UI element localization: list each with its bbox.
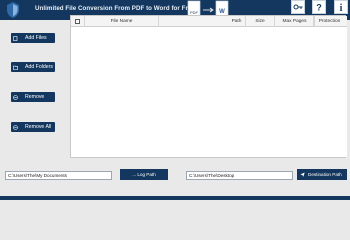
destination-path-button[interactable]: Destination Path — [297, 169, 347, 180]
shield-logo-icon — [6, 2, 20, 18]
footer-bar — [0, 196, 350, 200]
remove-all-icon — [13, 125, 18, 130]
add-files-button[interactable]: Add Files — [11, 33, 55, 43]
remove-all-label: Remove All — [25, 124, 52, 130]
source-path-field[interactable]: C:\Users\The\My Documents — [5, 171, 112, 180]
add-folders-button[interactable]: Add Folders — [11, 62, 55, 72]
destination-path-field[interactable]: C:\Users\The\Desktop — [186, 171, 293, 180]
col-max-pages[interactable]: Max Pages — [276, 16, 314, 27]
remove-all-button[interactable]: Remove All — [11, 122, 55, 132]
destination-path-label: Destination Path — [308, 172, 342, 177]
folder-icon — [13, 65, 18, 70]
remove-icon — [13, 95, 18, 100]
key-icon[interactable] — [291, 0, 305, 14]
add-folders-label: Add Folders — [25, 64, 53, 70]
svg-text:i: i — [340, 3, 343, 13]
col-size[interactable]: Size — [245, 16, 275, 27]
file-table: File Name Path — [70, 15, 347, 158]
log-path-button[interactable]: ... Log Path — [120, 169, 168, 180]
app-title: Unlimited File Conversion From PDF to Wo… — [35, 5, 195, 12]
table-body[interactable] — [71, 27, 347, 157]
remove-label: Remove — [25, 94, 45, 100]
info-icon[interactable]: i — [334, 0, 348, 14]
help-icon[interactable]: ? — [312, 0, 326, 14]
col-protection[interactable]: Protection — [314, 16, 345, 27]
remove-button[interactable]: Remove — [11, 92, 55, 102]
app-window: Unlimited File Conversion From PDF to Wo… — [0, 0, 350, 200]
svg-text:?: ? — [316, 3, 322, 13]
col-file-name[interactable]: File Name — [85, 16, 159, 27]
file-icon — [13, 36, 18, 41]
add-files-label: Add Files — [25, 35, 47, 41]
select-all-cell — [71, 16, 85, 27]
select-all-checkbox[interactable] — [75, 19, 80, 24]
send-icon — [300, 172, 305, 177]
